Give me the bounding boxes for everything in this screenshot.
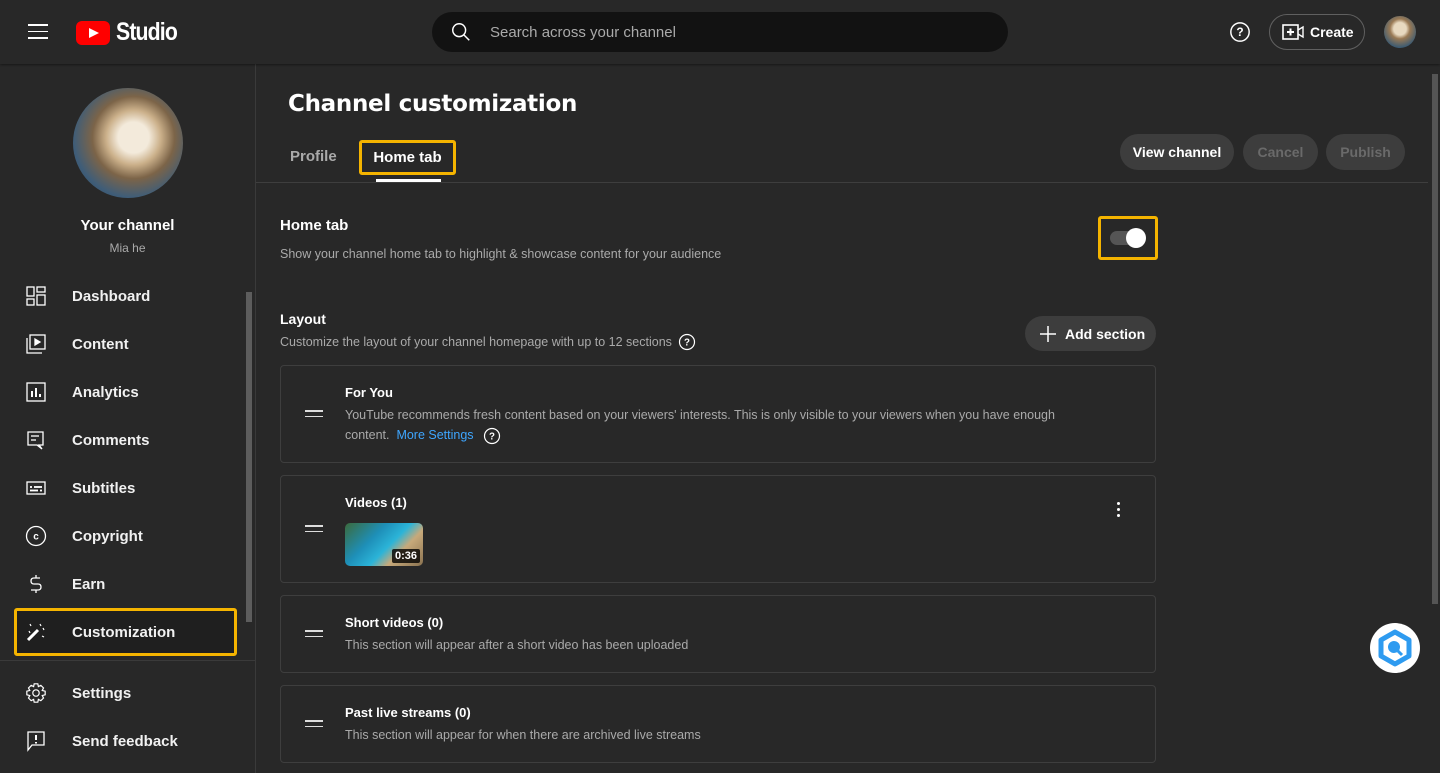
comments-icon	[24, 428, 48, 452]
sidebar-item-earn[interactable]: Earn	[0, 560, 245, 608]
sidebar-item-customization[interactable]: Customization	[14, 608, 237, 656]
sidebar-item-settings[interactable]: Settings	[0, 669, 245, 717]
menu-icon[interactable]	[28, 24, 48, 40]
sidebar-item-label: Copyright	[72, 527, 143, 545]
page-title: Channel customization	[288, 91, 578, 117]
plus-icon	[1040, 325, 1056, 342]
sidebar-item-label: Customization	[72, 623, 176, 641]
sidebar-item-subtitles[interactable]: Subtitles	[0, 464, 245, 512]
create-button[interactable]: Create	[1269, 14, 1365, 50]
assistant-search-icon	[1378, 629, 1412, 667]
app-name: Studio	[116, 18, 178, 46]
feedback-icon	[24, 729, 48, 753]
studio-logo[interactable]: Studio	[76, 18, 188, 47]
section-description: YouTube recommends fresh content based o…	[345, 405, 1105, 445]
drag-handle-icon[interactable]	[305, 720, 323, 731]
account-avatar[interactable]	[1384, 16, 1416, 48]
svg-text:c: c	[33, 532, 39, 543]
add-section-button[interactable]: Add section	[1025, 316, 1156, 351]
sidebar-item-analytics[interactable]: Analytics	[0, 368, 245, 416]
sidebar: Your channel Mia he Dashboard Content An…	[0, 64, 256, 773]
sidebar-item-label: Send feedback	[72, 732, 178, 750]
sidebar-item-label: Comments	[72, 431, 150, 449]
svg-text:?: ?	[684, 337, 690, 348]
layout-description-row: Customize the layout of your channel hom…	[280, 333, 696, 351]
help-icon[interactable]: ?	[483, 427, 501, 445]
sidebar-nav: Dashboard Content Analytics Comments Sub…	[0, 272, 245, 656]
sidebar-item-label: Subtitles	[72, 479, 136, 497]
section-description: This section will appear for when there …	[345, 728, 701, 742]
search-input[interactable]	[490, 23, 970, 41]
youtube-logo-icon	[76, 20, 110, 45]
drag-handle-icon[interactable]	[305, 410, 323, 421]
video-thumbnail[interactable]: 0:36	[345, 523, 423, 566]
sidebar-item-label: Earn	[72, 575, 106, 593]
copyright-icon: c	[24, 524, 48, 548]
content-icon	[24, 332, 48, 356]
sidebar-item-dashboard[interactable]: Dashboard	[0, 272, 245, 320]
help-icon[interactable]: ?	[1229, 21, 1251, 43]
more-options-icon[interactable]	[1117, 502, 1121, 520]
dollar-icon	[24, 572, 48, 596]
section-card-short-videos: Short videos (0) This section will appea…	[280, 595, 1156, 673]
section-title: Past live streams (0)	[345, 705, 471, 720]
sidebar-item-label: Dashboard	[72, 287, 151, 305]
svg-text:?: ?	[489, 431, 495, 442]
channel-title: Your channel	[80, 217, 175, 234]
subtitles-icon	[24, 476, 48, 500]
sidebar-item-copyright[interactable]: c Copyright	[0, 512, 245, 560]
sidebar-item-label: Settings	[72, 684, 132, 702]
more-settings-link[interactable]: More Settings	[396, 428, 473, 442]
section-title: Videos (1)	[345, 495, 407, 510]
svg-text:?: ?	[1236, 25, 1243, 39]
section-title: Short videos (0)	[345, 615, 444, 630]
create-label: Create	[1310, 24, 1354, 40]
sidebar-divider	[0, 660, 255, 661]
channel-avatar[interactable]	[73, 88, 183, 198]
video-add-icon	[1282, 24, 1304, 40]
top-bar: Studio ? Create	[0, 0, 1440, 64]
magic-wand-icon	[24, 620, 48, 644]
section-card-for-you: For You YouTube recommends fresh content…	[280, 365, 1156, 463]
main-content: Channel customization Profile Home tab V…	[256, 64, 1428, 773]
sidebar-item-content[interactable]: Content	[0, 320, 245, 368]
layout-description: Customize the layout of your channel hom…	[280, 335, 672, 349]
drag-handle-icon[interactable]	[305, 630, 323, 641]
view-channel-button[interactable]: View channel	[1120, 134, 1234, 170]
video-duration: 0:36	[391, 549, 420, 563]
search-icon	[452, 23, 470, 41]
cancel-button[interactable]: Cancel	[1243, 134, 1318, 170]
tab-profile[interactable]: Profile	[290, 148, 337, 165]
channel-name: Mia he	[109, 241, 146, 255]
sidebar-scrollbar[interactable]	[245, 284, 253, 664]
home-tab-description: Show your channel home tab to highlight …	[280, 247, 722, 261]
help-icon[interactable]: ?	[678, 333, 696, 351]
gear-icon	[24, 681, 48, 705]
home-tab-title: Home tab	[280, 217, 349, 234]
sidebar-item-label: Analytics	[72, 383, 139, 401]
analytics-icon	[24, 380, 48, 404]
main-scrollbar[interactable]	[1430, 64, 1440, 773]
sidebar-item-label: Content	[72, 335, 129, 353]
dashboard-icon	[24, 284, 48, 308]
sidebar-item-send-feedback[interactable]: Send feedback	[0, 717, 245, 765]
home-tab-toggle[interactable]	[1098, 216, 1158, 260]
section-card-videos: Videos (1) 0:36	[280, 475, 1156, 583]
search-bar[interactable]	[432, 12, 1008, 52]
publish-button[interactable]: Publish	[1326, 134, 1405, 170]
assistant-search-button[interactable]	[1370, 623, 1420, 673]
section-description: This section will appear after a short v…	[345, 638, 689, 652]
header-divider	[256, 182, 1428, 183]
layout-title: Layout	[280, 311, 326, 327]
section-card-past-live-streams: Past live streams (0) This section will …	[280, 685, 1156, 763]
sidebar-bottom-nav: Settings Send feedback	[0, 669, 245, 765]
sidebar-item-comments[interactable]: Comments	[0, 416, 245, 464]
toggle-knob	[1126, 228, 1146, 248]
add-section-label: Add section	[1065, 325, 1146, 342]
tab-home-tab[interactable]: Home tab	[359, 140, 456, 175]
section-title: For You	[345, 385, 393, 400]
drag-handle-icon[interactable]	[305, 525, 323, 536]
